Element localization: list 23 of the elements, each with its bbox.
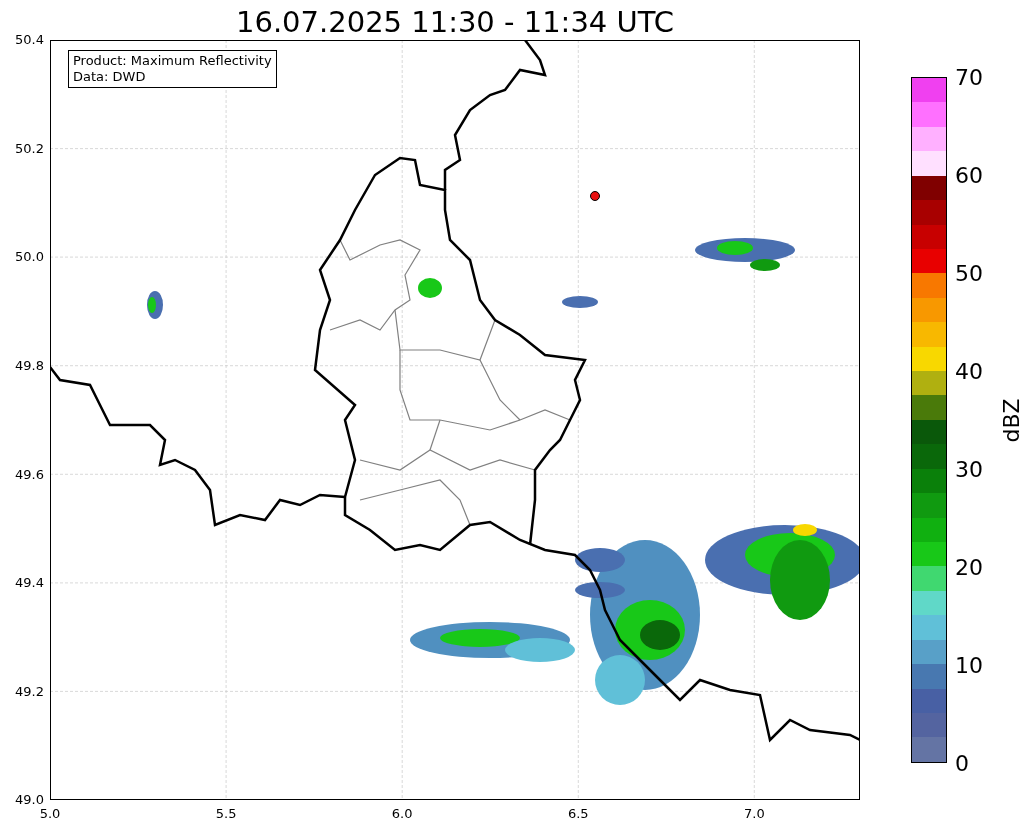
colorbar-label: dBZ	[997, 397, 1023, 443]
x-tick-label: 5.5	[215, 805, 237, 823]
colorbar-tick-label: 40	[955, 357, 983, 386]
colorbar-tick-label: 60	[955, 161, 983, 190]
colorbar-tick-label: 10	[955, 651, 983, 680]
x-tick-label: 6.5	[567, 805, 589, 823]
x-tick-label: 7.0	[744, 805, 765, 823]
chart-title: 16.07.2025 11:30 - 11:34 UTC	[236, 3, 674, 37]
y-tick-label: 49.8	[15, 356, 44, 375]
info-text: Data: DWD	[73, 69, 147, 85]
y-tick-label: 50.2	[15, 139, 44, 158]
colorbar-tick-label: 0	[955, 749, 969, 778]
colorbar-tick-label: 70	[955, 63, 983, 92]
y-tick-label: 50.0	[15, 248, 44, 267]
y-tick-label: 49.6	[15, 465, 44, 484]
colorbar-tick-label: 50	[955, 259, 983, 288]
y-tick-label: 49.2	[15, 682, 44, 701]
x-tick-label: 6.0	[391, 805, 413, 823]
y-tick-label: 50.4	[15, 31, 44, 50]
y-tick-label: 49.4	[15, 574, 44, 593]
colorbar-tick-label: 20	[955, 553, 983, 582]
info-text: Product: Maximum Reflectivity	[73, 53, 272, 69]
colorbar-tick-label: 30	[955, 455, 983, 484]
